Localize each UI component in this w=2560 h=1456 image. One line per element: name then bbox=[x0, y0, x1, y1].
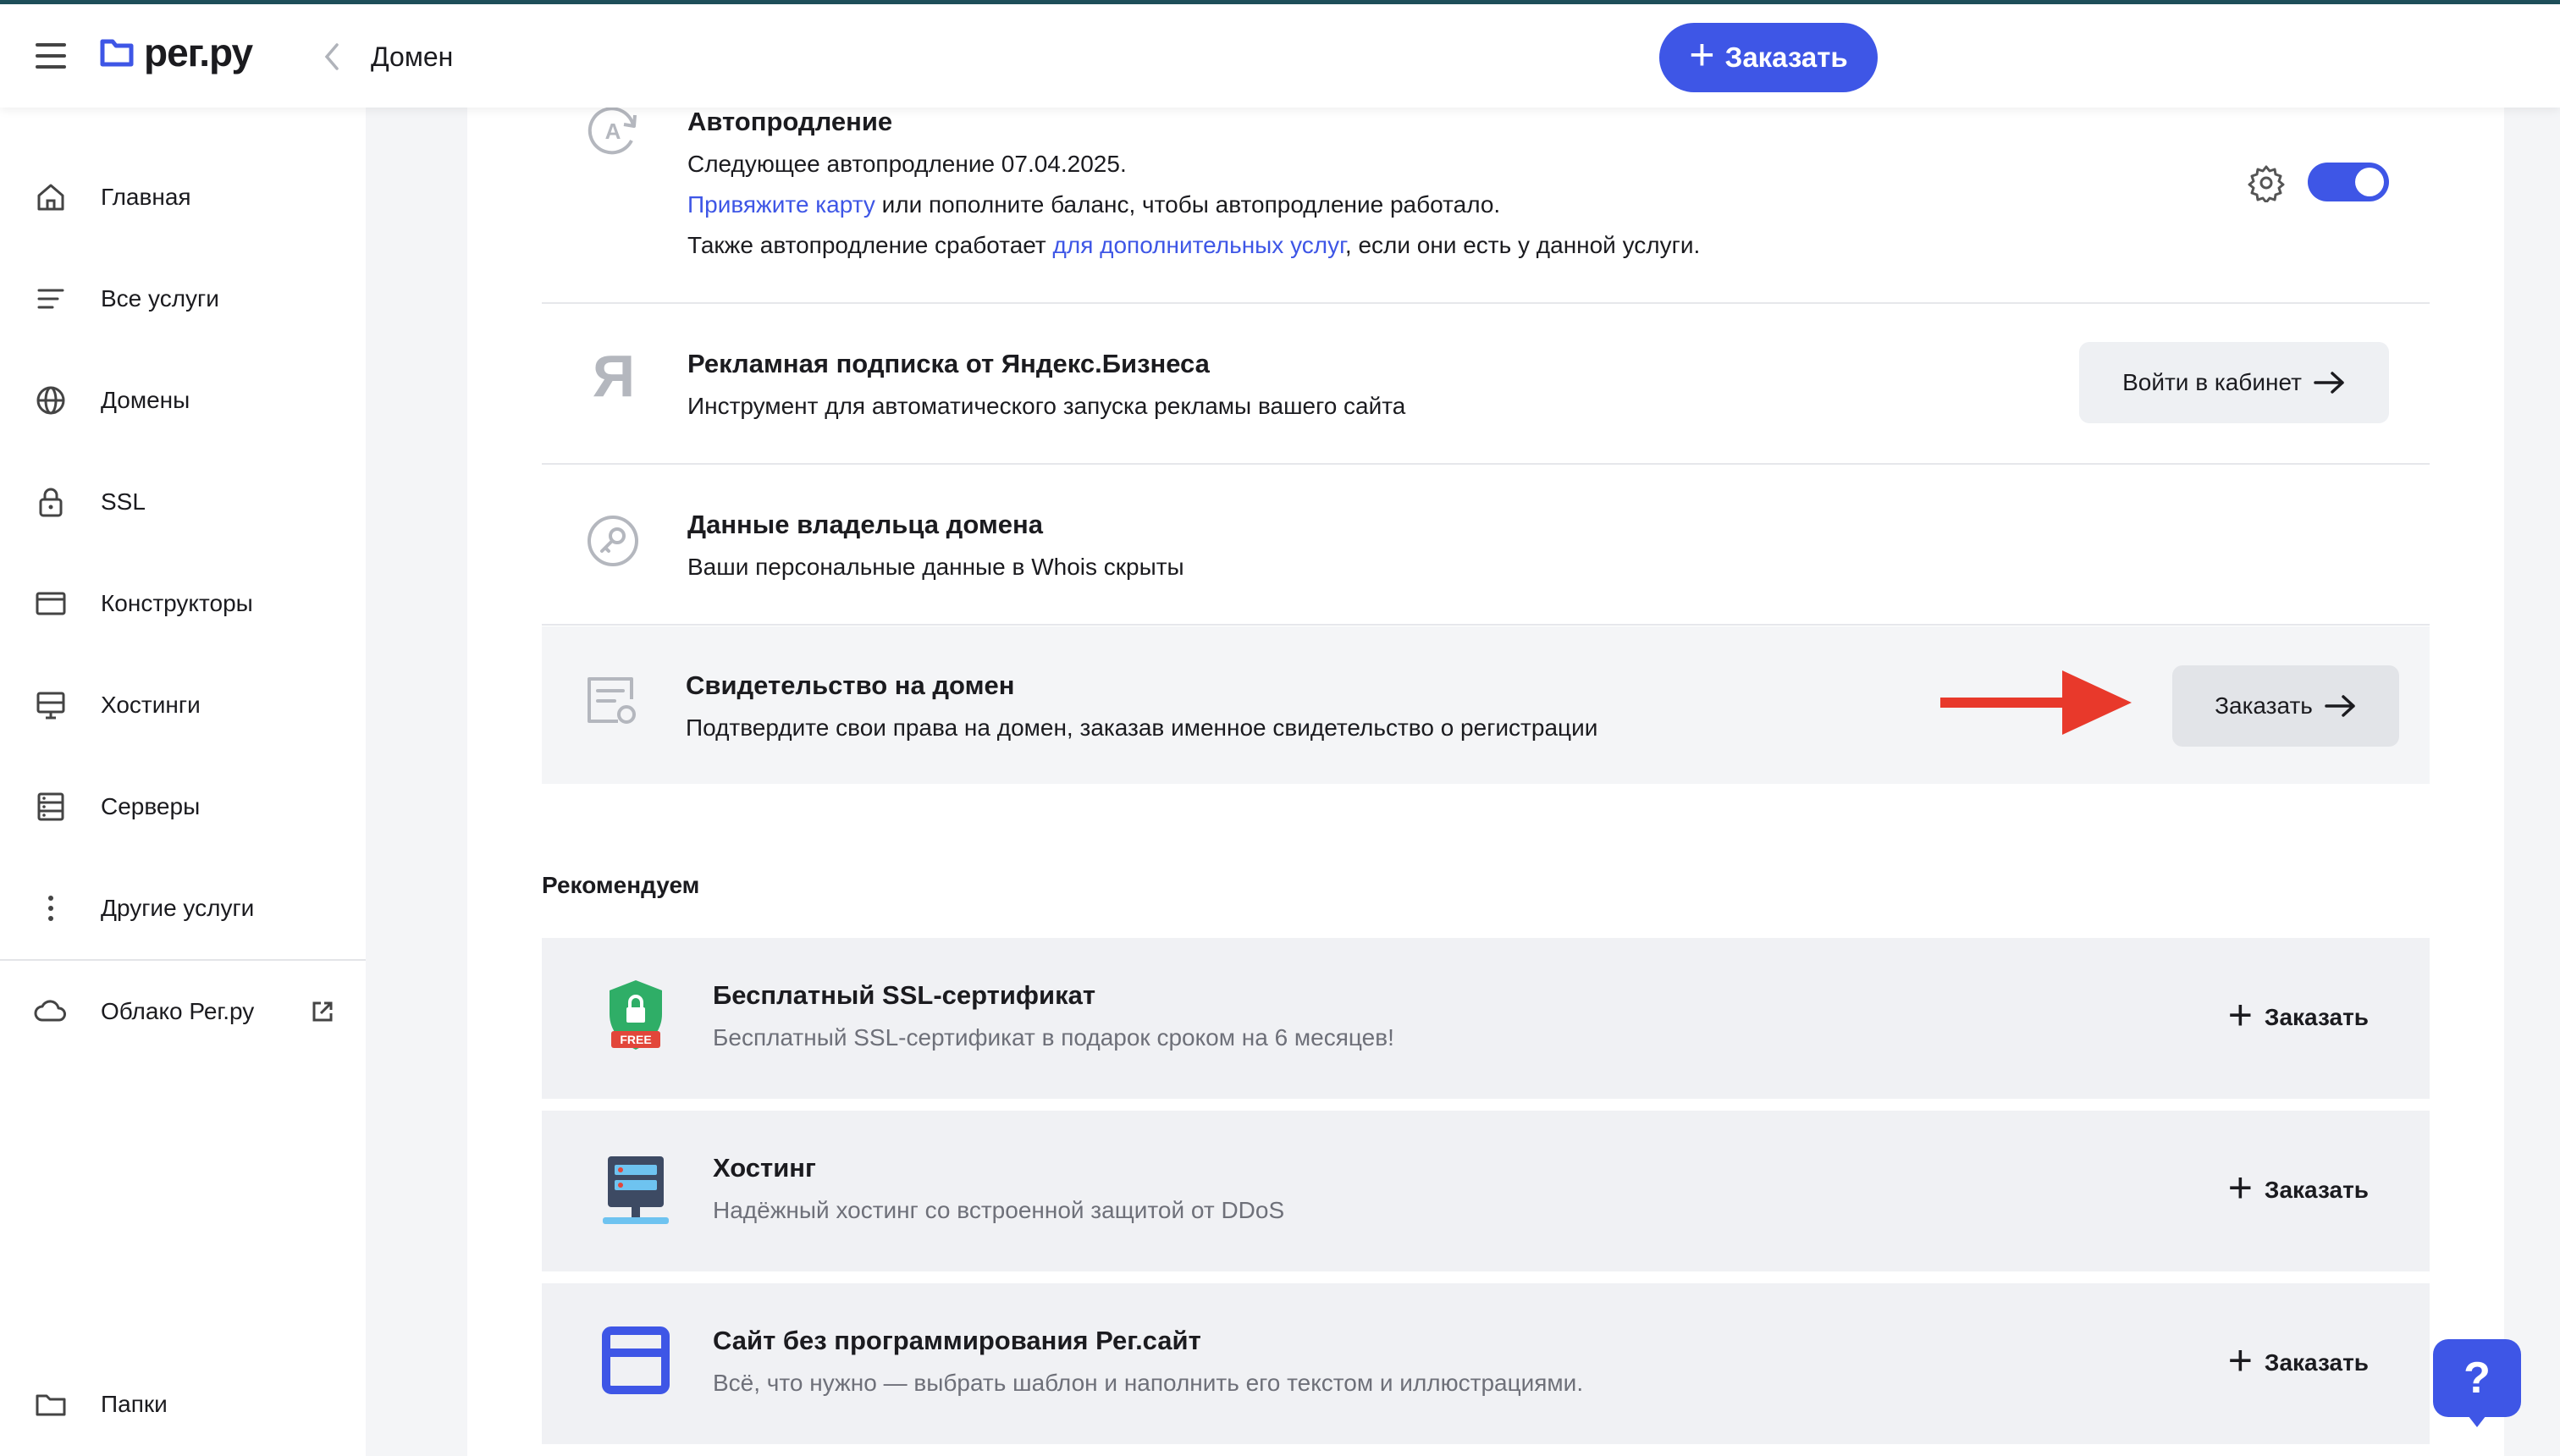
recommend-item-desc: Бесплатный SSL-сертификат в подарок срок… bbox=[713, 1024, 1394, 1051]
order-button[interactable]: + Заказать bbox=[1659, 23, 1878, 92]
sidebar-item-home[interactable]: Главная bbox=[0, 155, 366, 240]
sidebar-item-label: Хостинги bbox=[101, 692, 201, 718]
sidebar-item-ssl[interactable]: SSL bbox=[0, 460, 366, 544]
sidebar-item-label: Главная bbox=[101, 184, 191, 210]
recommend-item-free-ssl[interactable]: FREE Бесплатный SSL-сертификат Бесплатны… bbox=[542, 938, 2430, 1099]
sidebar: Главная Все услуги Домены SSL Конструкто… bbox=[0, 108, 366, 1456]
enter-cabinet-label: Войти в кабинет bbox=[2122, 369, 2302, 395]
lock-icon bbox=[32, 483, 69, 521]
yandex-title: Рекламная подписка от Яндекс.Бизнеса bbox=[687, 349, 1210, 378]
arrow-right-icon bbox=[2325, 695, 2355, 717]
autorenew-icon: A bbox=[588, 107, 637, 155]
order-button-label: Заказать bbox=[1724, 41, 1848, 73]
order-certificate-button[interactable]: Заказать bbox=[2172, 665, 2399, 747]
help-button[interactable]: ? bbox=[2433, 1339, 2521, 1417]
certificate-desc: Подтвердите свои права на домен, заказав… bbox=[686, 714, 1598, 741]
more-vertical-icon bbox=[32, 890, 69, 927]
recommend-item-hosting[interactable]: Хостинг Надёжный хостинг со встроенной з… bbox=[542, 1111, 2430, 1271]
sidebar-item-label: SSL bbox=[101, 488, 146, 515]
server-icon bbox=[32, 788, 69, 825]
certificate-row bbox=[542, 626, 2430, 784]
plus-icon: + bbox=[2227, 1337, 2253, 1384]
additional-services-link[interactable]: для дополнительных услуг bbox=[1053, 232, 1345, 258]
sidebar-item-label: Домены bbox=[101, 387, 190, 413]
sidebar-item-constructors[interactable]: Конструкторы bbox=[0, 561, 366, 646]
recommend-order-button[interactable]: + Заказать bbox=[2228, 994, 2369, 1036]
globe-icon bbox=[32, 382, 69, 419]
owner-desc: Ваши персональные данные в Whois скрыты bbox=[687, 554, 1184, 580]
site-builder-icon bbox=[602, 1326, 670, 1394]
folder-logo-icon bbox=[100, 39, 134, 67]
plus-icon: + bbox=[1689, 30, 1715, 80]
sidebar-item-all-services[interactable]: Все услуги bbox=[0, 256, 366, 341]
free-badge: FREE bbox=[620, 1033, 651, 1046]
list-icon bbox=[32, 280, 69, 317]
autorenew-extra-hint: Также автопродление сработает для дополн… bbox=[687, 232, 1701, 258]
sidebar-item-label: Облако Рег.ру bbox=[101, 998, 255, 1024]
autorenew-next-date: Следующее автопродление 07.04.2025. bbox=[687, 151, 1127, 177]
sidebar-item-label: Конструкторы bbox=[101, 590, 253, 616]
sidebar-item-domains[interactable]: Домены bbox=[0, 358, 366, 443]
breadcrumb[interactable]: Домен bbox=[371, 41, 453, 73]
home-icon bbox=[32, 179, 69, 216]
help-bubble-tail bbox=[2465, 1412, 2489, 1427]
recommend-title: Рекомендуем bbox=[542, 872, 700, 898]
sidebar-item-hosting[interactable]: Хостинги bbox=[0, 663, 366, 747]
yandex-icon: Я bbox=[593, 347, 635, 403]
row-divider bbox=[542, 463, 2430, 465]
logo-text: рег.ру bbox=[144, 30, 253, 74]
sidebar-divider bbox=[0, 959, 366, 961]
cloud-icon bbox=[32, 993, 69, 1030]
enter-cabinet-button[interactable]: Войти в кабинет bbox=[2079, 342, 2389, 423]
svg-text:Я: Я bbox=[593, 347, 635, 403]
svg-text:A: A bbox=[605, 119, 621, 144]
key-icon bbox=[588, 516, 638, 566]
plus-icon: + bbox=[2227, 991, 2253, 1039]
logo[interactable]: рег.ру bbox=[100, 30, 253, 75]
sidebar-item-cloud[interactable]: Облако Рег.ру bbox=[0, 969, 366, 1054]
sidebar-item-label: Другие услуги bbox=[101, 895, 255, 921]
sidebar-item-other-services[interactable]: Другие услуги bbox=[0, 866, 366, 951]
sidebar-item-label: Папки bbox=[101, 1391, 168, 1417]
recommend-item-desc: Надёжный хостинг со встроенной защитой о… bbox=[713, 1197, 1285, 1223]
recommend-order-button[interactable]: + Заказать bbox=[2228, 1166, 2369, 1209]
recommend-item-desc: Всё, что нужно — выбрать шаблон и наполн… bbox=[713, 1370, 1584, 1396]
certificate-icon bbox=[588, 677, 636, 724]
owner-title: Данные владельца домена bbox=[687, 510, 1043, 539]
top-header: рег.ру Домен + Заказать bbox=[0, 4, 2560, 108]
row-divider bbox=[542, 302, 2430, 304]
monitor-icon bbox=[32, 687, 69, 724]
red-arrow-annotation bbox=[1940, 670, 2132, 735]
sidebar-item-label: Все услуги bbox=[101, 285, 219, 312]
order-certificate-label: Заказать bbox=[2215, 692, 2313, 719]
folder-icon bbox=[32, 1386, 69, 1423]
gear-icon[interactable] bbox=[2247, 163, 2286, 202]
sidebar-item-folders[interactable]: Папки bbox=[0, 1362, 366, 1447]
arrow-right-icon bbox=[2314, 372, 2344, 394]
chevron-left-icon[interactable] bbox=[320, 40, 342, 74]
recommend-item-title: Хостинг bbox=[713, 1153, 816, 1183]
certificate-title: Свидетельство на домен bbox=[686, 670, 1015, 700]
menu-icon[interactable] bbox=[36, 43, 66, 69]
autorenew-toggle[interactable] bbox=[2308, 163, 2389, 201]
row-divider bbox=[542, 624, 2430, 626]
recommend-item-title: Бесплатный SSL-сертификат bbox=[713, 980, 1096, 1010]
plus-icon: + bbox=[2227, 1164, 2253, 1211]
yandex-desc: Инструмент для автоматического запуска р… bbox=[687, 393, 1406, 419]
window-icon bbox=[32, 585, 69, 622]
recommend-item-title: Сайт без программирования Рег.сайт bbox=[713, 1326, 1201, 1355]
sidebar-item-servers[interactable]: Серверы bbox=[0, 764, 366, 849]
hosting-server-icon bbox=[603, 1156, 669, 1224]
external-link-icon bbox=[312, 1001, 333, 1022]
autorenew-hint: Привяжите карту или пополните баланс, чт… bbox=[687, 191, 1501, 218]
bind-card-link[interactable]: Привяжите карту bbox=[687, 191, 875, 218]
autorenew-title: Автопродление bbox=[687, 107, 893, 136]
recommend-order-button[interactable]: + Заказать bbox=[2228, 1339, 2369, 1382]
ssl-shield-icon: FREE bbox=[610, 980, 662, 1050]
recommend-item-reg-site[interactable]: Сайт без программирования Рег.сайт Всё, … bbox=[542, 1283, 2430, 1444]
sidebar-item-label: Серверы bbox=[101, 793, 201, 819]
